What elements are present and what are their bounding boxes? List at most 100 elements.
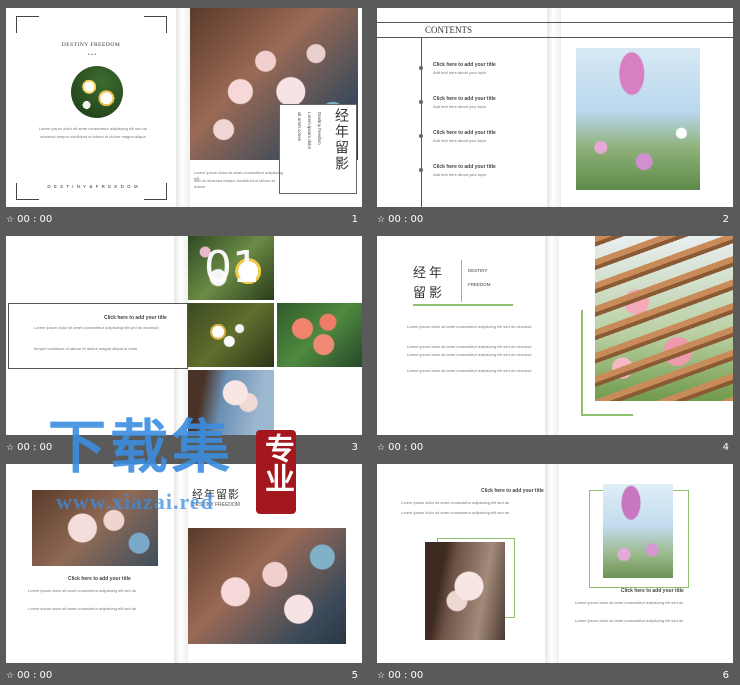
thumb-bar-5: ☆ 00 : 00 5 <box>6 667 362 685</box>
section-title-1: Click here to add your title <box>481 488 544 494</box>
section-title: Click here to add your title <box>104 315 167 321</box>
section-title-2: Click here to add your title <box>621 588 684 594</box>
thumb-bar-6: ☆ 00 : 00 6 <box>377 667 733 685</box>
timeline-dot <box>419 66 423 70</box>
timer-text: 00 : 00 <box>17 214 53 225</box>
toc-item-text: Add text here about your topic <box>433 104 487 109</box>
thumb-bar-4: ☆ 00 : 00 4 <box>377 439 733 457</box>
photo-caption-2: sed do eiusmod tempor incididunt ut labo… <box>194 178 275 189</box>
slide-thumbnail-1[interactable]: DESTINY FREEDOM • • • Lorem ipsum dolor … <box>6 8 362 207</box>
thumb-bar-1: ☆ 00 : 00 1 <box>6 211 362 229</box>
cover-body-2: eiusmod tempor incididunt ut labore et d… <box>40 134 146 139</box>
section-text-2: Lorem ipsum dolor sit amet consectetur a… <box>28 606 137 611</box>
toc-item-title: Click here to add your title <box>433 164 496 170</box>
slide-thumbnail-4[interactable]: 经年 留影 DESTINY FREEDOM Lorem ipsum dolor … <box>377 236 733 435</box>
slide-number: 2 <box>722 214 729 225</box>
body-line: Lorem ipsum dolor sit amet consectetur a… <box>407 352 532 357</box>
toc-item-title: Click here to add your title <box>433 130 496 136</box>
slide-number: 3 <box>351 442 358 453</box>
slide-timer: ☆ 00 : 00 <box>6 214 52 225</box>
slide-timer: ☆ 00 : 00 <box>6 442 52 453</box>
header-rule <box>377 37 733 38</box>
page-spine <box>176 8 190 207</box>
timer-text: 00 : 00 <box>388 670 424 681</box>
slide-timer: ☆ 00 : 00 <box>6 670 52 681</box>
slide-number: 1 <box>351 214 358 225</box>
cosmos-photo <box>603 484 673 578</box>
circle-flower-photo <box>71 66 123 118</box>
section-text-3: Lorem ipsum dolor sit amet consectetur a… <box>575 600 684 605</box>
cover-title: DESTINY FREEDOM <box>61 42 121 48</box>
corner-mark <box>16 16 39 33</box>
contents-heading: CONTENTS <box>425 25 472 35</box>
transition-star-icon[interactable]: ☆ <box>6 215 14 225</box>
corner-mark <box>144 16 167 33</box>
thumb-bar-2: ☆ 00 : 00 2 <box>377 211 733 229</box>
timeline-dot <box>419 134 423 138</box>
text-box-frame <box>8 303 188 369</box>
section-text-1: Lorem ipsum dolor sit amet consectetur a… <box>28 588 137 593</box>
body-line: Lorem ipsum dolor sit amet consectetur a… <box>407 368 532 373</box>
toc-item-title: Click here to add your title <box>433 96 496 102</box>
section-text-1: Lorem ipsum dolor sit amet consectetur a… <box>34 325 159 330</box>
slide-number: 6 <box>722 670 729 681</box>
section-title: Click here to add your title <box>68 576 131 582</box>
body-line: Lorem ipsum dolor sit amet consectetur a… <box>407 344 532 349</box>
toc-item-text: Add text here about your topic <box>433 138 487 143</box>
cover-bottom-text: D E S T I N Y & F R E E D O M <box>47 184 139 189</box>
watermark-url: www.xiazai.red <box>56 489 214 514</box>
section-text-2: tempor incididunt ut labore et dolore ma… <box>34 346 138 351</box>
toc-item-title: Click here to add your title <box>433 62 496 68</box>
watermark-cn: 下载集 <box>48 413 235 481</box>
slide-timer: ☆ 00 : 00 <box>377 214 423 225</box>
slide-timer: ☆ 00 : 00 <box>377 442 423 453</box>
section-text-2: Lorem ipsum dolor sit amet consectetur a… <box>401 510 510 515</box>
vertical-sub-2: Lorem ipsum dolor <box>307 112 312 150</box>
page-spine <box>545 236 559 435</box>
tree-blossom-photo <box>425 542 505 640</box>
section-text-1: Lorem ipsum dolor sit amet consectetur a… <box>401 500 510 505</box>
vertical-title-cn: 经年留影 <box>333 108 349 172</box>
small-flower-photo <box>188 303 274 367</box>
slide-thumbnail-3[interactable]: 01 Click here to add your title Lorem ip… <box>6 236 362 435</box>
pink-flower-photo <box>277 303 362 367</box>
body-line: Lorem ipsum dolor sit amet consectetur a… <box>407 324 532 329</box>
en-title-line-2: FREEDOM <box>468 282 491 287</box>
slide-number: 4 <box>722 442 729 453</box>
slide-number: 5 <box>351 670 358 681</box>
transition-star-icon[interactable]: ☆ <box>377 443 385 453</box>
blossom-photo-large <box>188 528 346 644</box>
section-text-4: Lorem ipsum dolor sit amet consectetur a… <box>575 618 684 623</box>
transition-star-icon[interactable]: ☆ <box>6 443 14 453</box>
slide-thumbnail-6[interactable]: Click here to add your title Lorem ipsum… <box>377 464 733 663</box>
vertical-sub-1: Destiny freedom <box>317 112 322 145</box>
title-divider <box>461 260 462 302</box>
cover-body-1: Lorem ipsum dolor sit amet consectetur a… <box>38 126 148 131</box>
slide-thumbnail-2[interactable]: CONTENTS Click here to add your title Ad… <box>377 8 733 207</box>
watermark-stamp-text: 专业 <box>259 433 294 493</box>
toc-item-text: Add text here about your topic <box>433 172 487 177</box>
cn-title-line-2: 留影 <box>413 286 446 301</box>
transition-star-icon[interactable]: ☆ <box>6 671 14 681</box>
timer-text: 00 : 00 <box>388 442 424 453</box>
vertical-sub-3: sit amet conse <box>297 112 302 142</box>
timeline-line <box>421 38 422 207</box>
dots-divider: • • • <box>88 52 97 58</box>
trellis-flower-photo <box>595 236 733 401</box>
timeline-dot <box>419 168 423 172</box>
timer-text: 00 : 00 <box>388 214 424 225</box>
timeline-dot <box>419 100 423 104</box>
slide-timer: ☆ 00 : 00 <box>377 670 423 681</box>
en-title-line-1: DESTINY <box>468 268 488 273</box>
timer-text: 00 : 00 <box>17 442 53 453</box>
section-number: 01 <box>204 242 260 293</box>
green-rule <box>413 304 513 306</box>
toc-item-text: Add text here about your topic <box>433 70 487 75</box>
cn-title-line-1: 经年 <box>413 266 446 281</box>
cosmos-photo <box>576 48 700 190</box>
transition-star-icon[interactable]: ☆ <box>377 671 385 681</box>
transition-star-icon[interactable]: ☆ <box>377 215 385 225</box>
timer-text: 00 : 00 <box>17 670 53 681</box>
header-rule <box>377 22 733 23</box>
page-spine <box>545 464 559 663</box>
